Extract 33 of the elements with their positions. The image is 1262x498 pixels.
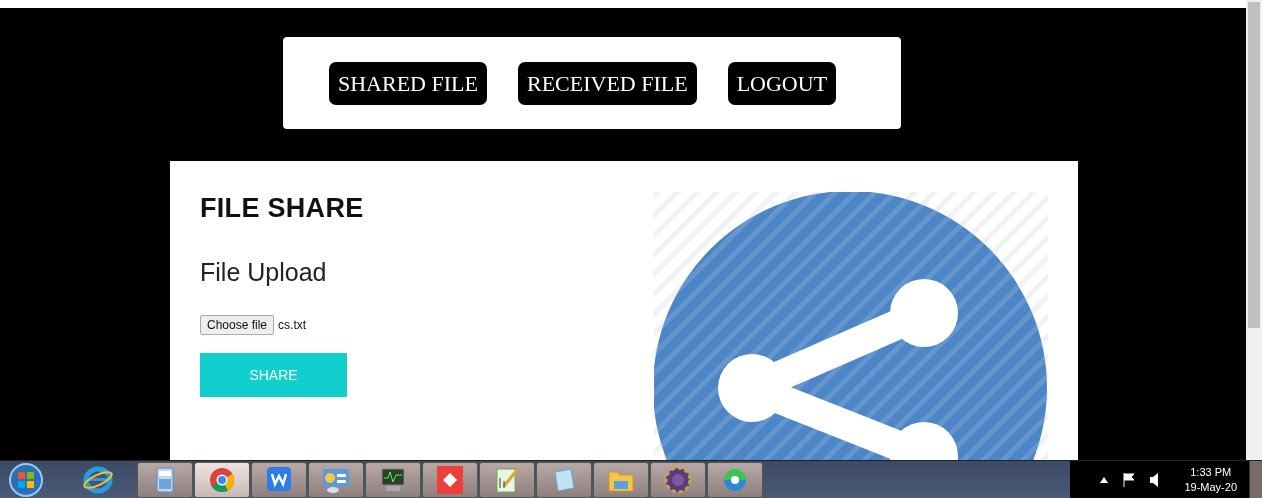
app-icon — [435, 465, 465, 494]
clock-date: 19-May-20 — [1184, 479, 1237, 495]
taskbar-app-button[interactable] — [479, 461, 535, 498]
taskbar-app-button[interactable] — [593, 461, 649, 498]
flag-icon[interactable] — [1122, 472, 1137, 487]
taskbar-app-button[interactable] — [194, 461, 250, 498]
taskbar-app-button[interactable] — [365, 461, 421, 498]
scrollbar-thumb[interactable] — [1248, 2, 1260, 328]
section-heading: File Upload — [200, 258, 328, 287]
browser-icon — [207, 465, 237, 494]
scrollbar[interactable] — [1246, 0, 1262, 460]
start-button[interactable] — [8, 461, 44, 498]
nav-button[interactable]: SHARED FILE — [329, 61, 487, 105]
taskbar-app-button[interactable] — [251, 461, 307, 498]
page-title: FILE SHARE — [200, 193, 364, 224]
nav-button[interactable]: LOGOUT — [727, 61, 837, 105]
document-app-icon — [264, 465, 294, 494]
taskbar-app-button[interactable] — [650, 461, 706, 498]
file-name: cs.txt — [278, 318, 307, 332]
choose-file-button[interactable]: Choose file — [200, 315, 275, 335]
taskbar-app-button[interactable] — [536, 461, 592, 498]
nav-button[interactable]: RECEIVED FILE — [517, 61, 697, 105]
show-hidden-icons-icon[interactable] — [1100, 476, 1109, 483]
monitor-icon — [378, 465, 408, 494]
speaker-icon[interactable] — [1150, 472, 1159, 487]
globe-e-icon — [83, 465, 113, 494]
taskbar-app-button[interactable] — [308, 461, 364, 498]
taskbar-app-button[interactable] — [707, 461, 763, 498]
clock-time: 1:33 PM — [1190, 464, 1232, 480]
taskbar-app-button[interactable] — [422, 461, 478, 498]
taskbar-app-button[interactable] — [137, 461, 193, 498]
gear-icon — [663, 465, 693, 494]
show-desktop-button[interactable] — [1249, 461, 1262, 498]
